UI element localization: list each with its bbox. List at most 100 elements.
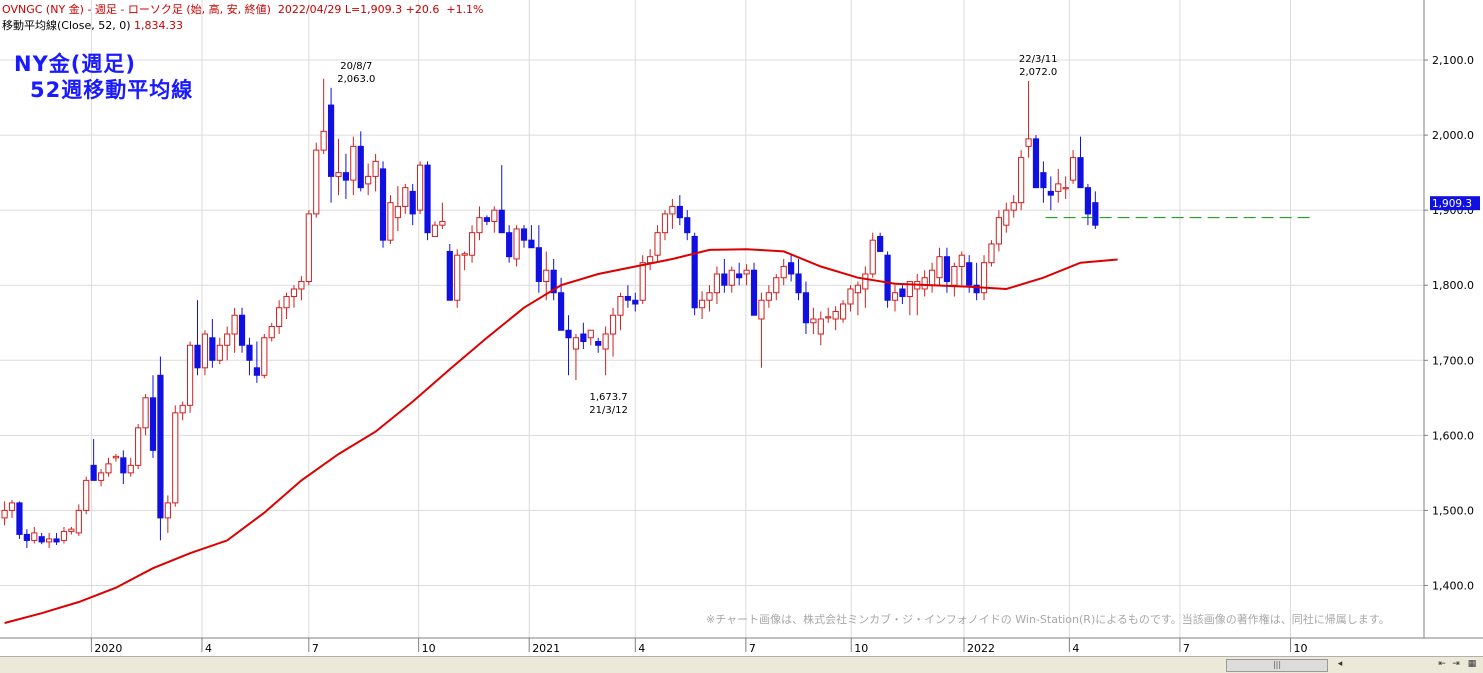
candle bbox=[127, 457, 134, 477]
candle-body-up bbox=[268, 326, 275, 339]
candle bbox=[424, 161, 431, 241]
candle-body-up bbox=[869, 239, 876, 275]
candle-body-up bbox=[172, 412, 179, 504]
scroll-left-icon[interactable]: ◂ bbox=[1334, 659, 1346, 670]
candle-body-down bbox=[580, 333, 587, 343]
candle-body-up bbox=[468, 232, 476, 256]
candle bbox=[1025, 81, 1032, 158]
candle bbox=[550, 258, 557, 301]
candle-body-up bbox=[1003, 209, 1010, 226]
candle bbox=[884, 251, 891, 308]
candle bbox=[506, 225, 513, 263]
candle bbox=[535, 225, 542, 293]
candle-body-up bbox=[1, 509, 8, 519]
candle bbox=[476, 206, 483, 241]
price-chart[interactable]: 1,400.01,500.01,600.01,700.01,800.01,900… bbox=[0, 0, 1483, 656]
candle-body-down bbox=[877, 235, 884, 252]
candle bbox=[1, 501, 8, 526]
scroll-start-icon[interactable]: ⇥ bbox=[1450, 659, 1462, 670]
candle bbox=[23, 529, 30, 548]
scroll-end-icon[interactable]: ⇤ bbox=[1436, 659, 1448, 670]
candle-body-up bbox=[1025, 138, 1032, 147]
candle bbox=[283, 292, 290, 319]
candle bbox=[164, 495, 171, 533]
candle-body-up bbox=[365, 175, 372, 185]
candle bbox=[736, 262, 743, 286]
candle bbox=[788, 255, 795, 282]
candle bbox=[31, 526, 38, 544]
candle bbox=[743, 264, 750, 286]
candle-body-up bbox=[46, 538, 53, 543]
candle-body-up bbox=[201, 333, 209, 369]
annotation-label: 2,063.0 bbox=[337, 74, 375, 85]
candle bbox=[632, 292, 639, 312]
candle bbox=[988, 240, 995, 267]
candle bbox=[238, 307, 246, 353]
candle bbox=[1003, 202, 1010, 233]
candle-body-down bbox=[38, 536, 45, 543]
candle bbox=[572, 334, 580, 381]
candle-body-up bbox=[780, 265, 787, 279]
candle bbox=[773, 273, 780, 301]
candle bbox=[891, 285, 899, 312]
x-tick-label: 4 bbox=[1072, 642, 1079, 655]
candle-body-up bbox=[431, 224, 439, 237]
horizontal-scrollbar[interactable]: ◂ ||| ⇤ ⇥ ▦ bbox=[0, 656, 1483, 673]
candle bbox=[862, 266, 869, 308]
candle bbox=[209, 319, 216, 368]
candle-body-up bbox=[713, 273, 721, 294]
candle bbox=[38, 532, 45, 545]
candle-body-up bbox=[31, 532, 38, 541]
candle-body-up bbox=[832, 310, 839, 320]
candle bbox=[357, 131, 364, 192]
x-tick-label: 2020 bbox=[94, 642, 122, 655]
candle bbox=[1055, 168, 1062, 203]
candle-body-up bbox=[179, 404, 186, 414]
candle bbox=[16, 501, 23, 539]
candle-body-up bbox=[936, 256, 943, 279]
candle bbox=[483, 215, 490, 226]
candle bbox=[179, 401, 186, 421]
candle-body-up bbox=[372, 160, 379, 177]
zoom-icon[interactable]: ▦ bbox=[1466, 659, 1478, 670]
candle-body-up bbox=[491, 209, 498, 222]
candle bbox=[53, 532, 60, 545]
candle bbox=[854, 281, 861, 316]
candle-body-down bbox=[520, 228, 528, 241]
scroll-thumb[interactable]: ||| bbox=[1226, 659, 1328, 672]
candle-body-up bbox=[929, 269, 936, 286]
candle bbox=[8, 499, 16, 518]
candle-body-up bbox=[97, 472, 105, 481]
y-tick-label: 2,000.0 bbox=[1432, 129, 1474, 142]
candle bbox=[609, 307, 617, 357]
x-tick-label: 7 bbox=[312, 642, 319, 655]
candle-body-up bbox=[639, 262, 646, 301]
candle bbox=[268, 322, 275, 342]
candle bbox=[825, 307, 832, 323]
candle bbox=[187, 341, 194, 413]
candle-body-down bbox=[157, 374, 164, 519]
candle-body-up bbox=[698, 299, 706, 309]
candle bbox=[1047, 176, 1054, 211]
candle-body-up bbox=[1018, 157, 1025, 204]
candle bbox=[780, 258, 787, 286]
candle-body-up bbox=[276, 307, 283, 328]
candle bbox=[513, 225, 520, 267]
candle-body-up bbox=[476, 217, 483, 234]
candle-body-down bbox=[632, 299, 639, 305]
candle-body-up bbox=[891, 292, 899, 301]
candle bbox=[1069, 150, 1077, 184]
candle bbox=[1062, 176, 1069, 199]
candle-body-up bbox=[862, 273, 869, 290]
annotation-label: 22/3/11 bbox=[1019, 54, 1058, 65]
y-tick-label: 1,400.0 bbox=[1432, 579, 1474, 592]
candle bbox=[105, 457, 112, 477]
candle bbox=[231, 307, 238, 353]
candle bbox=[157, 356, 164, 541]
candle-body-down bbox=[684, 217, 691, 234]
candle-body-down bbox=[342, 172, 350, 181]
candle bbox=[75, 504, 82, 536]
candle bbox=[1084, 183, 1092, 226]
candle bbox=[172, 405, 179, 507]
candle bbox=[468, 225, 476, 263]
